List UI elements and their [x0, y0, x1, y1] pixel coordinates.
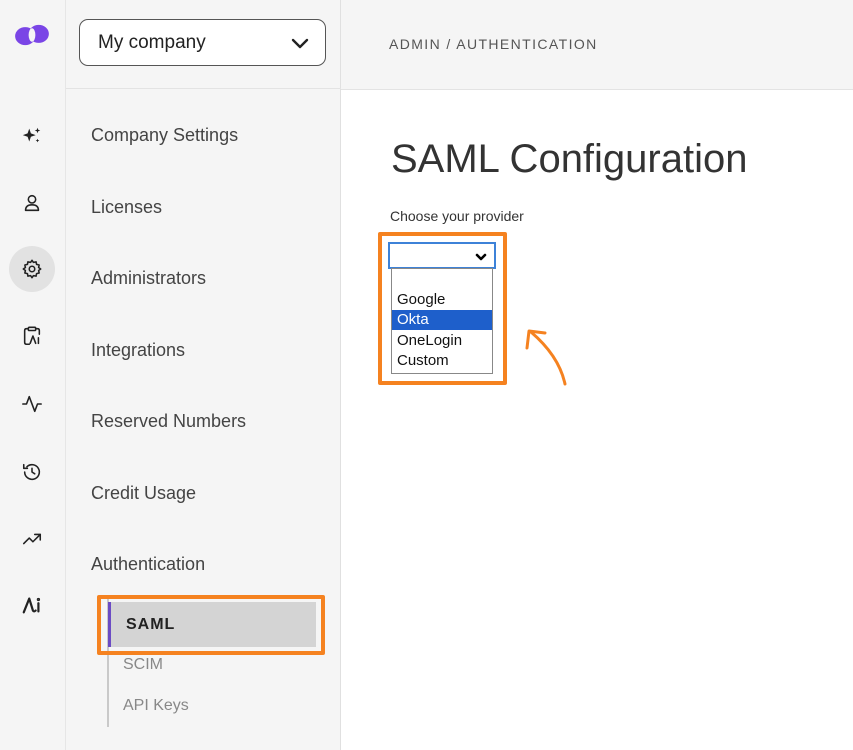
provider-option-blank[interactable] [392, 271, 492, 291]
logo-icon[interactable] [9, 12, 55, 58]
divider [66, 88, 341, 89]
provider-select[interactable] [388, 242, 496, 269]
top-bar: ADMIN / AUTHENTICATION [341, 0, 853, 90]
subnav-item-scim[interactable]: SCIM [123, 656, 163, 674]
provider-option-onelogin[interactable]: OneLogin [392, 331, 492, 351]
trending-up-icon[interactable] [9, 516, 55, 562]
provider-dropdown-list: Google Okta OneLogin Custom [391, 268, 493, 374]
annotation-arrow-icon [515, 318, 575, 390]
settings-subnav: My company Company Settings Licenses Adm… [66, 0, 341, 750]
ai-icon[interactable] [9, 582, 55, 628]
nav-item-reserved-numbers[interactable]: Reserved Numbers [91, 411, 246, 432]
provider-option-okta[interactable]: Okta [392, 310, 492, 330]
clipboard-ai-icon[interactable] [9, 313, 55, 359]
company-select[interactable]: My company [79, 19, 326, 66]
provider-option-google[interactable]: Google [392, 290, 492, 310]
gear-icon[interactable] [9, 246, 55, 292]
activity-icon[interactable] [9, 381, 55, 427]
nav-item-integrations[interactable]: Integrations [91, 340, 185, 361]
sparkles-icon[interactable] [9, 113, 55, 159]
chevron-down-icon [475, 250, 487, 262]
icon-rail [0, 0, 66, 750]
breadcrumb: ADMIN / AUTHENTICATION [389, 36, 598, 52]
provider-label: Choose your provider [390, 208, 524, 224]
user-icon[interactable] [9, 180, 55, 226]
subnav-item-saml[interactable]: SAML [108, 602, 316, 647]
nav-item-authentication[interactable]: Authentication [91, 554, 205, 575]
subnav-item-api-keys[interactable]: API Keys [123, 697, 189, 715]
chevron-down-icon [289, 32, 311, 54]
page-title: SAML Configuration [391, 137, 748, 181]
nav-item-administrators[interactable]: Administrators [91, 268, 206, 289]
nav-item-licenses[interactable]: Licenses [91, 197, 162, 218]
nav-item-company-settings[interactable]: Company Settings [91, 125, 238, 146]
company-select-value: My company [98, 31, 206, 53]
nav-item-credit-usage[interactable]: Credit Usage [91, 483, 196, 504]
provider-option-custom[interactable]: Custom [392, 351, 492, 371]
history-icon[interactable] [9, 449, 55, 495]
